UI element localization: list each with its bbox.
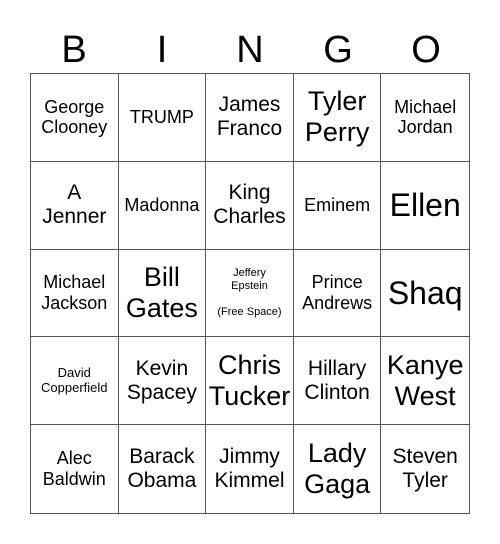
bingo-grid: George Clooney TRUMP James Franco Tyler Perry M…: [30, 73, 470, 514]
bingo-cell[interactable]: Chris Tucker: [206, 337, 294, 426]
bingo-cell[interactable]: TRUMP: [118, 74, 207, 162]
cell-label: Lady Gaga: [304, 438, 371, 500]
cell-label: Shaq: [387, 274, 463, 311]
cell-label: Hillary Clinton: [304, 356, 370, 404]
cell-label: James Franco: [216, 93, 283, 141]
header-letter-g: G: [323, 29, 353, 71]
cell-label: Jeffery Epstein: [231, 267, 268, 292]
cell-label: George Clooney: [41, 96, 108, 138]
free-space-label: (Free Space): [217, 306, 282, 319]
cell-label: King Charles: [213, 181, 286, 229]
bingo-cell[interactable]: Michael Jordan: [381, 74, 469, 162]
cell-label: Chris Tucker: [208, 349, 291, 411]
cell-label: Bill Gates: [125, 261, 198, 323]
cell-label: Michael Jackson: [41, 272, 108, 313]
bingo-cell[interactable]: Alec Baldwin: [31, 425, 119, 513]
cell-label: Jimmy Kimmel: [214, 444, 285, 493]
bingo-cell[interactable]: David Copperfield: [31, 337, 119, 426]
cell-label: Ellen: [389, 186, 461, 223]
bingo-cell[interactable]: James Franco: [206, 74, 294, 162]
cell-label: Kanye West: [386, 349, 464, 411]
bingo-cell[interactable]: Steven Tyler: [381, 425, 469, 513]
header-letter-b: B: [61, 29, 87, 71]
bingo-cell[interactable]: Tyler Perry: [293, 74, 382, 162]
cell-label: David Copperfield: [41, 364, 108, 395]
header-letter-n: N: [236, 29, 264, 71]
cell-label: Michael Jordan: [394, 96, 457, 138]
bingo-cell[interactable]: Shaq: [381, 250, 469, 338]
bingo-header: B I N G O: [30, 28, 470, 73]
bingo-cell[interactable]: Ellen: [381, 162, 469, 250]
cell-label: Kevin Spacey: [126, 356, 197, 404]
header-letter-i: I: [156, 29, 168, 71]
bingo-cell[interactable]: A Jenner: [31, 161, 119, 250]
bingo-cell[interactable]: Jimmy Kimmel: [206, 425, 294, 513]
cell-label: Barack Obama: [127, 444, 197, 493]
bingo-cell[interactable]: Eminem: [293, 161, 382, 250]
cell-label: Alec Baldwin: [42, 448, 106, 490]
free-space-cell[interactable]: Jeffery Epstein (Free Space): [206, 249, 294, 338]
cell-label: A Jenner: [42, 181, 107, 229]
cell-label: TRUMP: [129, 107, 194, 128]
bingo-cell[interactable]: Bill Gates: [118, 249, 207, 338]
bingo-cell[interactable]: Prince Andrews: [293, 249, 382, 338]
bingo-cell[interactable]: Kevin Spacey: [118, 337, 207, 426]
cell-label: Madonna: [124, 194, 200, 215]
bingo-cell[interactable]: Kanye West: [381, 337, 469, 426]
cell-label: Eminem: [304, 194, 371, 215]
bingo-cell[interactable]: George Clooney: [31, 74, 119, 162]
cell-label: Tyler Perry: [304, 86, 370, 148]
bingo-cell[interactable]: Hillary Clinton: [293, 337, 382, 426]
header-letter-o: O: [411, 29, 441, 71]
cell-label: Prince Andrews: [302, 272, 373, 313]
bingo-cell[interactable]: King Charles: [206, 161, 294, 250]
bingo-cell[interactable]: Michael Jackson: [31, 249, 119, 338]
cell-label: Steven Tyler: [392, 444, 458, 493]
bingo-cell[interactable]: Madonna: [118, 161, 207, 250]
bingo-cell[interactable]: Lady Gaga: [294, 425, 382, 513]
bingo-cell[interactable]: Barack Obama: [119, 425, 207, 513]
